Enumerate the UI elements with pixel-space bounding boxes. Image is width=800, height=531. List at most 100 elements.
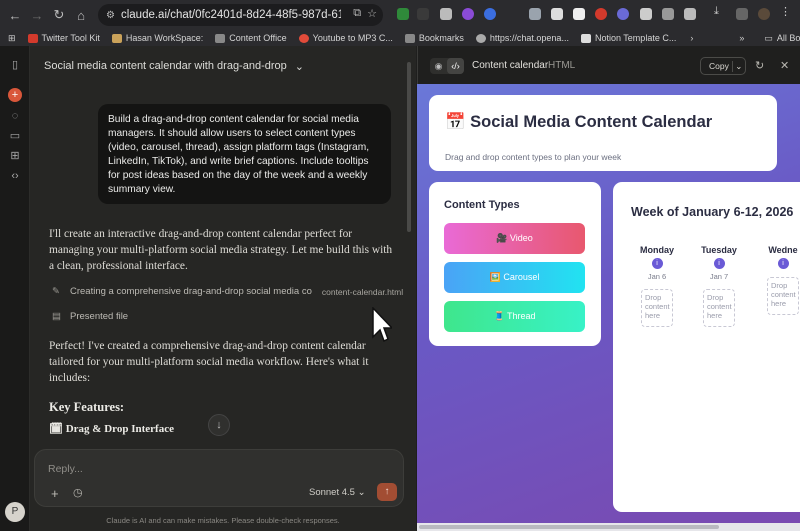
reply-input[interactable]: Reply...	[48, 463, 83, 475]
menu-kebab-icon[interactable]: ⋮	[780, 5, 792, 18]
folder-icon: ▭	[764, 32, 773, 43]
extension-icon-13[interactable]	[684, 8, 696, 20]
reply-composer[interactable]: Reply... + ◷ Sonnet 4.5 ⌄ ↑	[34, 449, 404, 507]
artifact-header: ◉ ‹/› Content calendar HTML Copy ⌄ ↻ ✕	[417, 46, 800, 84]
profile-icon[interactable]	[758, 8, 770, 20]
projects-icon[interactable]: ▭	[8, 129, 22, 143]
chat-title[interactable]: Social media content calendar with drag-…	[44, 60, 304, 73]
user-message: Build a drag-and-drop content calendar f…	[98, 104, 391, 204]
extension-icon-6[interactable]	[529, 8, 541, 20]
address-bar[interactable]: ⚙ claude.ai/chat/0fc2401d-8d24-48f5-987d…	[98, 4, 383, 26]
content-types-heading: Content Types	[444, 199, 520, 211]
send-button[interactable]: ↑	[377, 483, 397, 501]
extensions-puzzle-icon[interactable]	[736, 8, 748, 20]
chat-panel: Social media content calendar with drag-…	[30, 46, 416, 531]
extension-icon-5[interactable]	[484, 8, 496, 20]
week-heading: Week of January 6-12, 2026	[631, 205, 794, 219]
bookmark-item[interactable]: Bookmarks	[404, 33, 464, 43]
extension-icon-3[interactable]	[440, 8, 452, 20]
extension-icon-7[interactable]	[551, 8, 563, 20]
site-info-icon[interactable]: ⚙	[106, 10, 115, 21]
drop-zone[interactable]: Drop content here	[703, 289, 735, 327]
apps-grid-icon[interactable]: ⊞	[8, 33, 16, 44]
close-icon[interactable]: ✕	[780, 59, 789, 72]
extension-icon-11[interactable]	[640, 8, 652, 20]
sidebar-toggle-icon[interactable]: ▯	[8, 58, 22, 72]
artifacts-icon[interactable]: ⊞	[8, 149, 22, 163]
forward-icon[interactable]: →	[26, 4, 48, 26]
artifact-preview: 📅 Social Media Content Calendar Drag and…	[417, 84, 800, 531]
content-type-thread[interactable]: 🧵 Thread	[444, 301, 585, 332]
extension-icon-2[interactable]	[417, 8, 429, 20]
preview-code-toggle[interactable]: ◉ ‹/›	[430, 58, 464, 74]
tool-creating-file[interactable]: ✎ Creating a comprehensive drag-and-drop…	[52, 286, 403, 297]
chevron-down-icon: ⌄	[294, 61, 304, 73]
bookmark-star-icon[interactable]: ☆	[367, 7, 377, 20]
code-icon[interactable]: ‹/›	[447, 58, 464, 74]
bookmark-item[interactable]: Twitter Tool Kit	[27, 33, 100, 43]
bookmark-favicon-icon	[298, 33, 309, 43]
preview-horizontal-scrollbar[interactable]	[417, 523, 800, 531]
info-icon[interactable]: i	[777, 258, 789, 269]
preview-eye-icon[interactable]: ◉	[430, 58, 447, 74]
bookmark-item[interactable]: https://chat.opena...	[475, 33, 569, 43]
scroll-down-button[interactable]: ↓	[208, 414, 230, 436]
bookmark-item[interactable]: Content Office	[215, 33, 287, 43]
refresh-icon[interactable]: ↻	[755, 59, 764, 72]
disclaimer: Claude is AI and can make mistakes. Plea…	[106, 516, 340, 525]
assistant-intro: I'll create an interactive drag-and-drop…	[49, 228, 393, 272]
bookmark-favicon-icon	[111, 33, 122, 43]
week-calendar-panel: Week of January 6-12, 2026 Monday i Jan …	[613, 182, 800, 512]
more-bookmarks-icon[interactable]: »	[739, 33, 744, 43]
extension-icon-9[interactable]	[595, 8, 607, 20]
extension-icon-10[interactable]	[617, 8, 629, 20]
scrollbar-thumb[interactable]	[419, 525, 719, 529]
all-bookmarks[interactable]: ▭ All Bookmarks	[764, 33, 800, 44]
document-icon: ▤	[52, 311, 61, 322]
day-column-wednesday: Wedne i Drop content here	[759, 245, 800, 315]
home-icon[interactable]: ⌂	[70, 4, 92, 26]
file-edit-icon: ✎	[52, 286, 60, 297]
info-icon[interactable]: i	[713, 258, 725, 269]
model-selector[interactable]: Sonnet 4.5 ⌄	[309, 487, 366, 498]
code-icon[interactable]: ‹›	[8, 169, 22, 183]
tool-presented-file[interactable]: ▤ Presented file	[52, 311, 128, 322]
extension-icon-1[interactable]	[397, 8, 409, 20]
info-icon[interactable]: i	[651, 258, 663, 269]
install-app-icon[interactable]: ⧉	[353, 7, 361, 20]
bookmark-item[interactable]: Notion Template C...	[580, 33, 676, 43]
app-sidebar-rail: ▯ + ◌ ▭ ⊞ ‹› P	[0, 46, 30, 531]
extension-icon-4[interactable]	[462, 8, 474, 20]
avatar[interactable]: P	[5, 502, 25, 522]
extension-icon-8[interactable]	[573, 8, 585, 20]
content-type-video[interactable]: 🎥 Video	[444, 223, 585, 254]
chevron-down-icon[interactable]: ⌄	[731, 60, 745, 72]
day-column-tuesday: Tuesday i Jan 7 Drop content here	[695, 245, 743, 327]
bookmark-item[interactable]: Hasan WorkSpace:	[111, 33, 203, 43]
bookmark-favicon-icon	[404, 33, 415, 43]
chat-scrollbar[interactable]	[407, 62, 411, 232]
day-column-monday: Monday i Jan 6 Drop content here	[633, 245, 681, 327]
history-clock-icon[interactable]: ◷	[73, 486, 83, 499]
chevron-right-icon[interactable]: ›	[690, 33, 693, 43]
copy-button[interactable]: Copy ⌄	[700, 57, 746, 75]
bookmark-item[interactable]: Youtube to MP3 C...	[298, 33, 393, 43]
new-chat-icon[interactable]: +	[8, 88, 22, 102]
assistant-followup: Perfect! I've created a comprehensive dr…	[49, 340, 369, 384]
bookmark-favicon-icon	[27, 33, 38, 43]
download-icon[interactable]: ⤓	[714, 5, 726, 17]
chats-icon[interactable]: ◌	[8, 109, 22, 123]
extension-icon-12[interactable]	[662, 8, 674, 20]
bookmark-favicon-icon	[580, 33, 591, 43]
drop-zone[interactable]: Drop content here	[767, 277, 799, 315]
reload-icon[interactable]: ↻	[48, 4, 70, 26]
back-icon[interactable]: ←	[4, 4, 26, 26]
artifact-name: Content calendar	[472, 60, 549, 71]
artifact-type: HTML	[548, 60, 576, 71]
page-subtitle: Drag and drop content types to plan your…	[445, 152, 622, 162]
bookmarks-bar: ⊞ Twitter Tool Kit Hasan WorkSpace: Cont…	[0, 30, 800, 46]
url-text: claude.ai/chat/0fc2401d-8d24-48f5-987d-6…	[120, 9, 341, 21]
add-attachment-icon[interactable]: +	[51, 486, 59, 501]
content-type-carousel[interactable]: 🖼️ Carousel	[444, 262, 585, 293]
drop-zone[interactable]: Drop content here	[641, 289, 673, 327]
